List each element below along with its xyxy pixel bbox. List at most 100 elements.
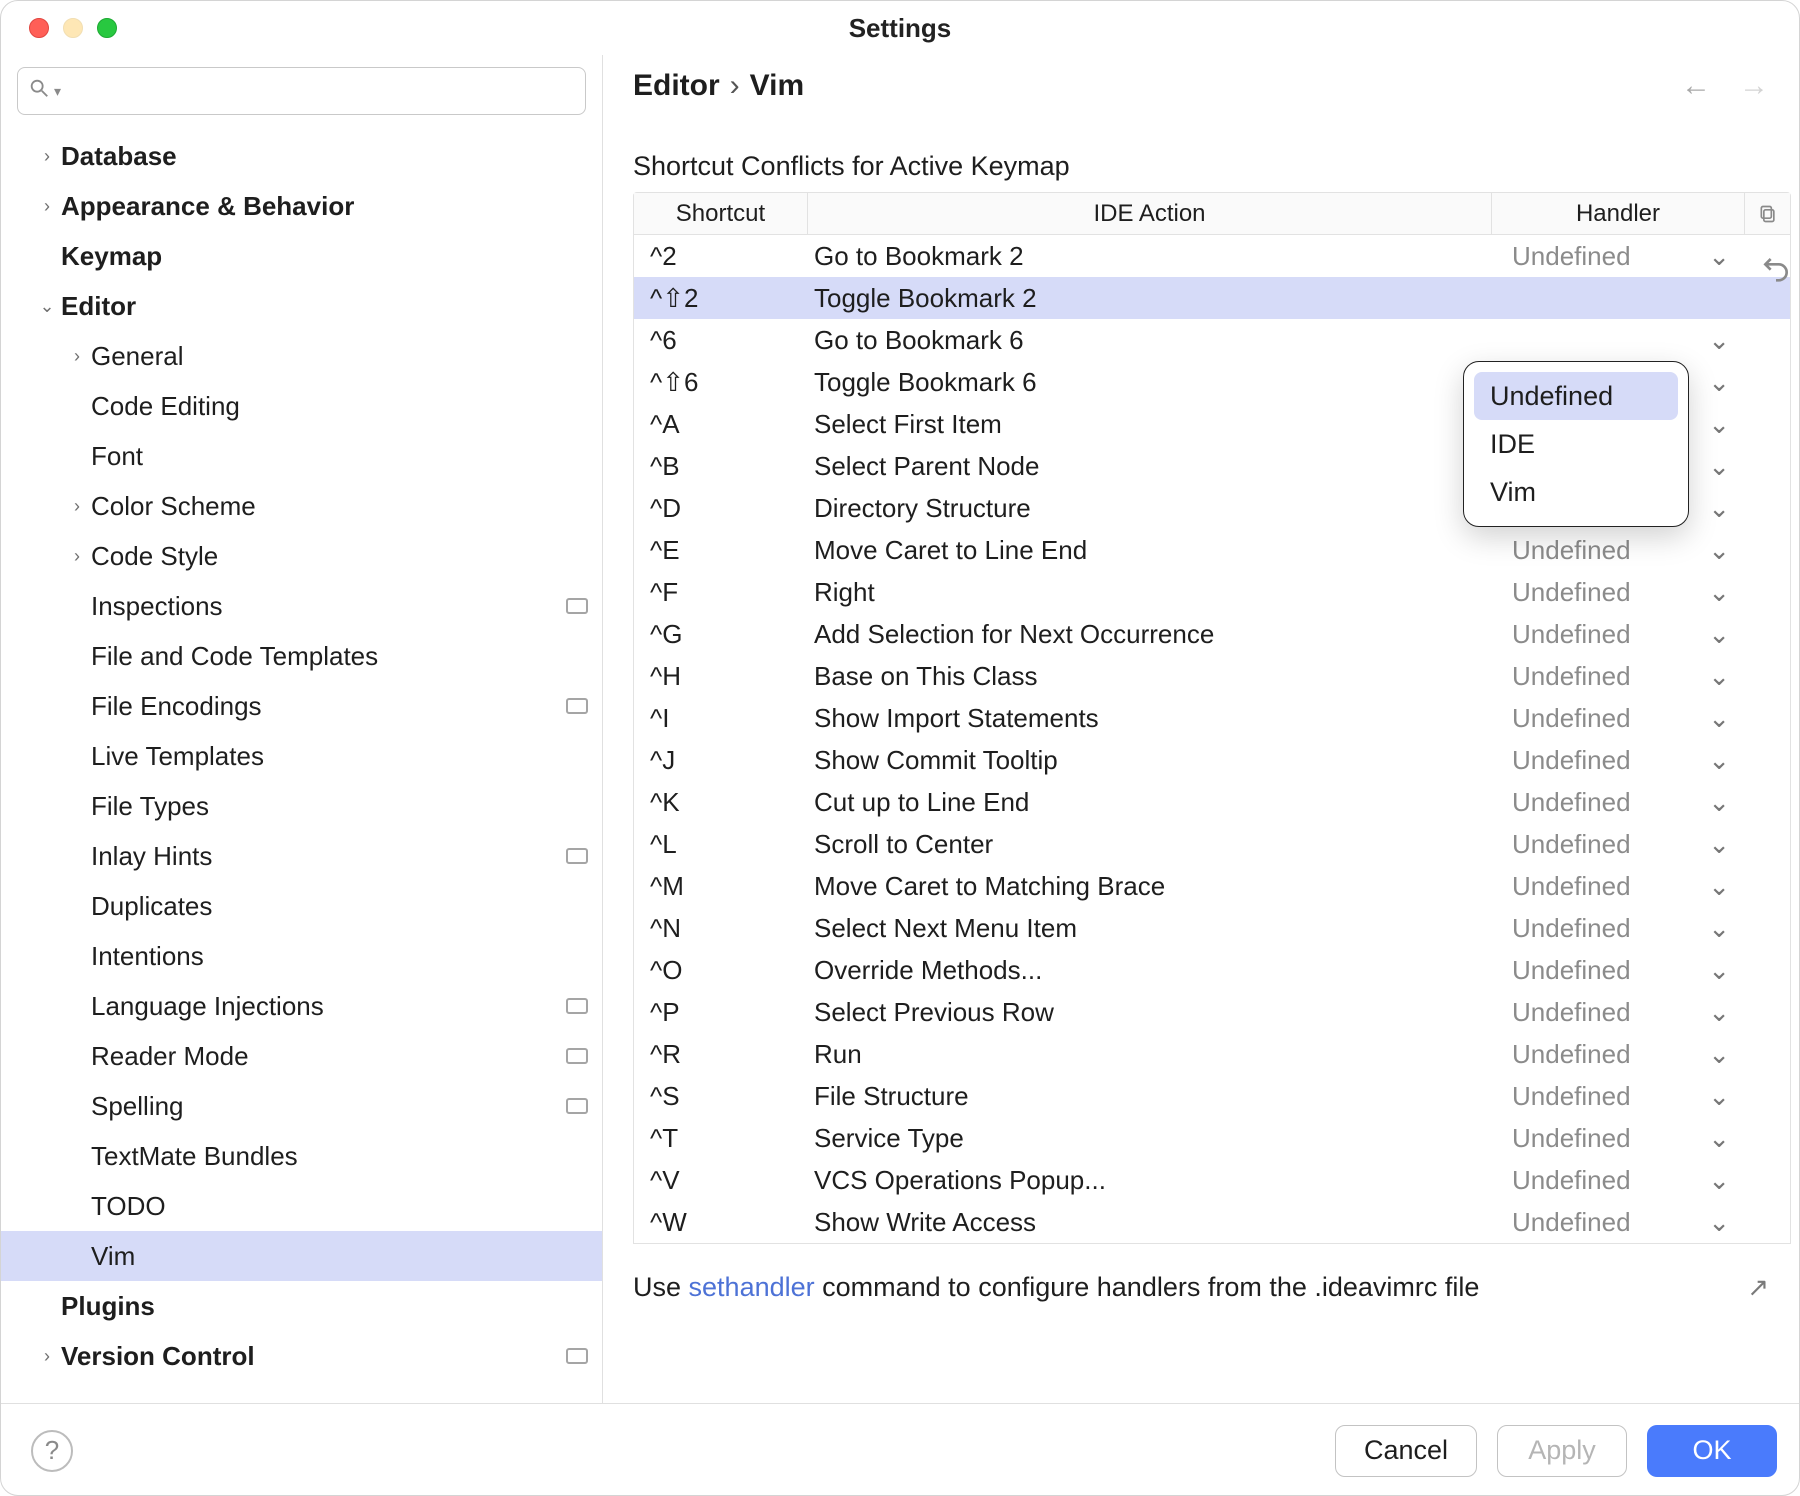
table-row[interactable]: ^JShow Commit TooltipUndefined⌄ (634, 739, 1790, 781)
cell-handler[interactable]: Undefined⌄ (1492, 871, 1744, 902)
sidebar-item[interactable]: ›Color Scheme (1, 481, 602, 531)
handler-option-undefined[interactable]: Undefined (1474, 372, 1678, 420)
cell-handler[interactable]: Undefined⌄ (1492, 913, 1744, 944)
copy-icon[interactable] (1744, 193, 1790, 234)
cell-handler[interactable]: Undefined⌄ (1492, 829, 1744, 860)
cell-handler[interactable]: Undefined⌄ (1492, 1039, 1744, 1070)
table-row[interactable]: ^FRightUndefined⌄ (634, 571, 1790, 613)
table-row[interactable]: ^PSelect Previous RowUndefined⌄ (634, 991, 1790, 1033)
sidebar-item[interactable]: Code Editing (1, 381, 602, 431)
handler-dropdown[interactable]: Undefined IDE Vim (1463, 361, 1689, 527)
cell-handler[interactable]: Undefined⌄ (1492, 1081, 1744, 1112)
settings-search-input[interactable]: ▾ (17, 67, 586, 115)
chevron-right-icon: › (33, 196, 61, 217)
cell-handler[interactable]: Undefined⌄ (1492, 535, 1744, 566)
table-row[interactable]: ^EMove Caret to Line EndUndefined⌄ (634, 529, 1790, 571)
table-row[interactable]: ^HBase on This ClassUndefined⌄ (634, 655, 1790, 697)
chevron-down-icon: ⌄ (1708, 1123, 1730, 1154)
breadcrumb: Editor › Vim ← → (603, 55, 1799, 121)
cell-handler[interactable]: Undefined⌄ (1492, 1165, 1744, 1196)
nav-forward-icon[interactable]: → (1739, 69, 1769, 103)
sidebar-item[interactable]: ›Version Control (1, 1331, 602, 1381)
title-bar: Settings (1, 1, 1799, 55)
table-row[interactable]: ^MMove Caret to Matching BraceUndefined⌄ (634, 865, 1790, 907)
sidebar-item[interactable]: Keymap (1, 231, 602, 281)
handler-option-vim[interactable]: Vim (1474, 468, 1678, 516)
sidebar-item[interactable]: TODO (1, 1181, 602, 1231)
sidebar-item[interactable]: Plugins (1, 1281, 602, 1331)
sidebar-item[interactable]: Live Templates (1, 731, 602, 781)
cell-shortcut: ^B (634, 451, 808, 482)
sidebar-item[interactable]: ›Database (1, 131, 602, 181)
table-row[interactable]: ^RRunUndefined⌄ (634, 1033, 1790, 1075)
cell-action: Select First Item (808, 409, 1492, 440)
table-row[interactable]: ^⇧2Toggle Bookmark 2 (634, 277, 1790, 319)
table-row[interactable]: ^WShow Write AccessUndefined⌄ (634, 1201, 1790, 1243)
sidebar-item[interactable]: Vim (1, 1231, 602, 1281)
table-row[interactable]: ^OOverride Methods...Undefined⌄ (634, 949, 1790, 991)
table-row[interactable]: ^GAdd Selection for Next OccurrenceUndef… (634, 613, 1790, 655)
apply-button[interactable]: Apply (1497, 1425, 1627, 1477)
sidebar-item[interactable]: ⌄Editor (1, 281, 602, 331)
handler-value: Undefined (1512, 1207, 1631, 1238)
sidebar-item[interactable]: ›Appearance & Behavior (1, 181, 602, 231)
sidebar-item[interactable]: File and Code Templates (1, 631, 602, 681)
close-window-icon[interactable] (29, 18, 49, 38)
cell-handler[interactable]: Undefined⌄ (1492, 661, 1744, 692)
handler-value: Undefined (1512, 1039, 1631, 1070)
hint-command-link[interactable]: sethandler (689, 1272, 815, 1302)
table-row[interactable]: ^2Go to Bookmark 2Undefined⌄ (634, 235, 1790, 277)
external-link-icon[interactable]: ↗ (1747, 1272, 1769, 1303)
cell-handler[interactable]: Undefined⌄ (1492, 619, 1744, 650)
zoom-window-icon[interactable] (97, 18, 117, 38)
sidebar-item[interactable]: Inspections (1, 581, 602, 631)
sidebar-item[interactable]: Spelling (1, 1081, 602, 1131)
handler-option-ide[interactable]: IDE (1474, 420, 1678, 468)
sidebar-item[interactable]: Intentions (1, 931, 602, 981)
cell-handler[interactable]: Undefined⌄ (1492, 997, 1744, 1028)
minimize-window-icon[interactable] (63, 18, 83, 38)
table-row[interactable]: ^IShow Import StatementsUndefined⌄ (634, 697, 1790, 739)
help-button[interactable]: ? (31, 1430, 73, 1472)
settings-tree[interactable]: ›Database›Appearance & BehaviorKeymap⌄Ed… (1, 125, 602, 1403)
sidebar-item[interactable]: ›General (1, 331, 602, 381)
sidebar-item[interactable]: File Types (1, 781, 602, 831)
sidebar-item[interactable]: Font (1, 431, 602, 481)
sidebar-item[interactable]: File Encodings (1, 681, 602, 731)
sidebar-item[interactable]: Inlay Hints (1, 831, 602, 881)
cell-handler[interactable]: Undefined⌄ (1492, 1123, 1744, 1154)
sidebar-item-label: TextMate Bundles (91, 1141, 588, 1172)
cell-handler[interactable]: Undefined⌄ (1492, 241, 1744, 272)
cell-handler[interactable]: Undefined⌄ (1492, 577, 1744, 608)
table-row[interactable]: ^6Go to Bookmark 6⌄ (634, 319, 1790, 361)
sidebar-item[interactable]: TextMate Bundles (1, 1131, 602, 1181)
cell-shortcut: ^⇧2 (634, 283, 808, 314)
cell-shortcut: ^I (634, 703, 808, 734)
table-row[interactable]: ^LScroll to CenterUndefined⌄ (634, 823, 1790, 865)
cell-handler[interactable]: Undefined⌄ (1492, 787, 1744, 818)
cell-action: VCS Operations Popup... (808, 1165, 1492, 1196)
table-row[interactable]: ^NSelect Next Menu ItemUndefined⌄ (634, 907, 1790, 949)
table-row[interactable]: ^SFile StructureUndefined⌄ (634, 1075, 1790, 1117)
cell-handler[interactable]: ⌄ (1492, 325, 1744, 356)
cancel-button[interactable]: Cancel (1335, 1425, 1477, 1477)
sidebar-item[interactable]: Language Injections (1, 981, 602, 1031)
sidebar-item[interactable]: Duplicates (1, 881, 602, 931)
undo-icon[interactable] (1760, 251, 1792, 290)
sidebar-item[interactable]: Reader Mode (1, 1031, 602, 1081)
nav-back-icon[interactable]: ← (1681, 69, 1711, 103)
cell-handler[interactable]: Undefined⌄ (1492, 1207, 1744, 1238)
chevron-down-icon: ⌄ (1708, 661, 1730, 692)
ok-button[interactable]: OK (1647, 1425, 1777, 1477)
table-row[interactable]: ^TService TypeUndefined⌄ (634, 1117, 1790, 1159)
breadcrumb-parent[interactable]: Editor (633, 69, 720, 103)
cell-handler[interactable]: Undefined⌄ (1492, 745, 1744, 776)
sidebar-item[interactable]: ›Code Style (1, 531, 602, 581)
cell-shortcut: ^R (634, 1039, 808, 1070)
col-handler: Handler (1492, 193, 1744, 234)
table-row[interactable]: ^KCut up to Line EndUndefined⌄ (634, 781, 1790, 823)
main-pane: Editor › Vim ← → Shortcut Conflicts for … (603, 55, 1799, 1403)
cell-handler[interactable]: Undefined⌄ (1492, 703, 1744, 734)
cell-handler[interactable]: Undefined⌄ (1492, 955, 1744, 986)
table-row[interactable]: ^VVCS Operations Popup...Undefined⌄ (634, 1159, 1790, 1201)
